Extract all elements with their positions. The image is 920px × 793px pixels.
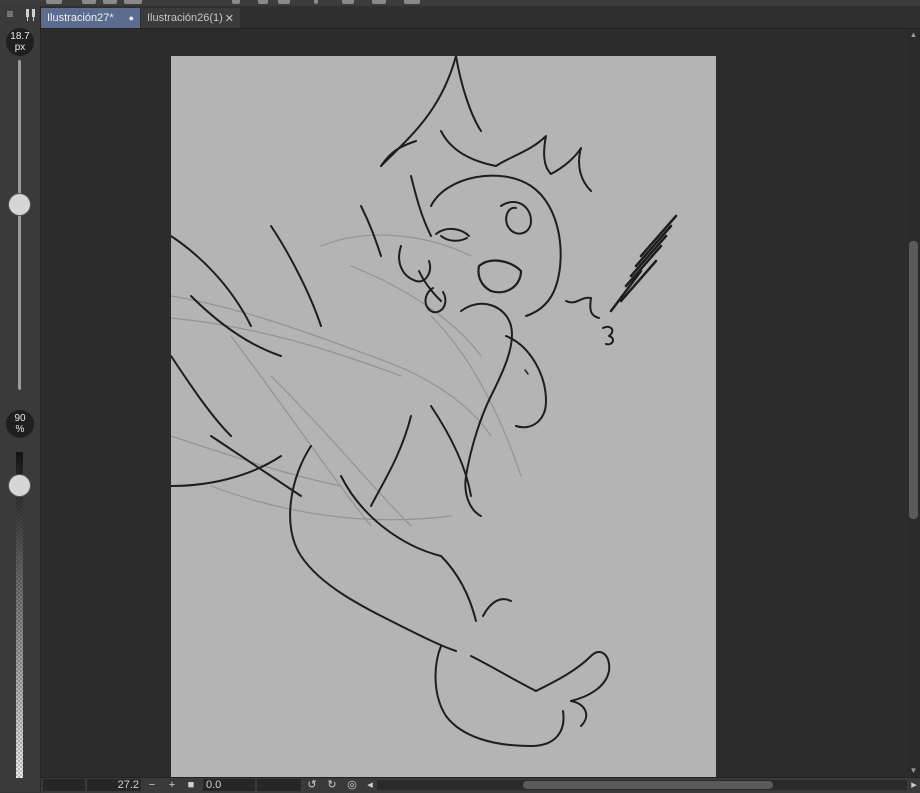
brush-size-readout[interactable]: 18.7 px	[6, 28, 34, 56]
rotate-left-icon[interactable]: ↺	[305, 778, 319, 792]
opacity-slider-thumb[interactable]	[9, 474, 30, 496]
toolbar-icon[interactable]	[404, 0, 420, 4]
horizontal-scrollbar-thumb[interactable]	[523, 781, 773, 789]
scroll-up-arrow-icon[interactable]: ▲	[907, 29, 920, 41]
close-tab-icon[interactable]: ✕	[225, 12, 234, 25]
reset-rotation-icon[interactable]: ◎	[345, 778, 359, 792]
brush-size-slider-thumb[interactable]	[9, 194, 30, 215]
scroll-down-arrow-icon[interactable]: ▼	[907, 765, 920, 777]
toolbar-icon[interactable]	[103, 0, 117, 4]
opacity-unit: %	[15, 424, 25, 435]
pin-icon[interactable]	[24, 8, 38, 22]
opacity-readout[interactable]: 90 %	[6, 410, 34, 438]
horizontal-scrollbar[interactable]	[377, 780, 907, 790]
zoom-field[interactable]: 27.2	[87, 779, 141, 791]
tab-label: Ilustración27*	[47, 12, 114, 24]
scroll-right-arrow-icon[interactable]: ▸	[907, 778, 920, 792]
document-tab-bar: Ilustración27* ● Ilustración26(1) ✕	[41, 6, 920, 29]
opacity-slider-track[interactable]	[16, 452, 23, 778]
drawing-canvas[interactable]	[171, 56, 716, 777]
toolbar-icon[interactable]	[232, 0, 240, 4]
hamburger-menu-icon[interactable]: ≡	[4, 7, 16, 21]
unsaved-dot-icon: ●	[128, 13, 134, 23]
rotation-field[interactable]: 0.0	[203, 779, 255, 791]
brush-size-slider-track[interactable]	[18, 60, 21, 390]
sketch-drawing	[171, 56, 678, 747]
toolbar-icon[interactable]	[82, 0, 96, 4]
tab-ilustracion27[interactable]: Ilustración27* ●	[41, 8, 140, 28]
rotation-slider[interactable]	[257, 779, 301, 791]
navigator-thumbnail-box[interactable]	[43, 779, 85, 791]
zoom-in-button[interactable]: +	[165, 778, 179, 792]
opacity-value: 90	[14, 413, 26, 424]
vertical-scrollbar-thumb[interactable]	[909, 241, 918, 519]
brush-size-unit: px	[14, 42, 26, 53]
fit-stop-icon[interactable]: ■	[184, 778, 198, 792]
toolbar-icon[interactable]	[46, 0, 62, 4]
rotation-value: 0.0	[206, 779, 222, 791]
canvas-workspace[interactable]	[41, 29, 907, 777]
status-bar: 27.2 − + ■ 0.0 ↺ ↻ ◎ ◂ ▸	[41, 777, 920, 793]
scroll-left-arrow-icon[interactable]: ◂	[363, 778, 377, 792]
zoom-out-button[interactable]: −	[145, 778, 159, 792]
brush-size-value: 18.7	[10, 31, 30, 42]
vertical-scrollbar[interactable]: ▲ ▼	[907, 29, 920, 777]
toolbar-icon[interactable]	[314, 0, 318, 4]
rotate-right-icon[interactable]: ↻	[325, 778, 339, 792]
tab-ilustracion26[interactable]: Ilustración26(1) ✕	[141, 8, 240, 28]
toolbar-icon[interactable]	[372, 0, 386, 4]
brush-size-panel: ≡ 18.7 px 90 %	[0, 6, 41, 792]
toolbar-icon[interactable]	[258, 0, 268, 4]
tab-label: Ilustración26(1)	[147, 12, 223, 24]
toolbar-icon[interactable]	[342, 0, 354, 4]
toolbar-icon[interactable]	[124, 0, 142, 4]
zoom-value: 27.2	[117, 779, 139, 791]
toolbar-icon[interactable]	[278, 0, 290, 4]
